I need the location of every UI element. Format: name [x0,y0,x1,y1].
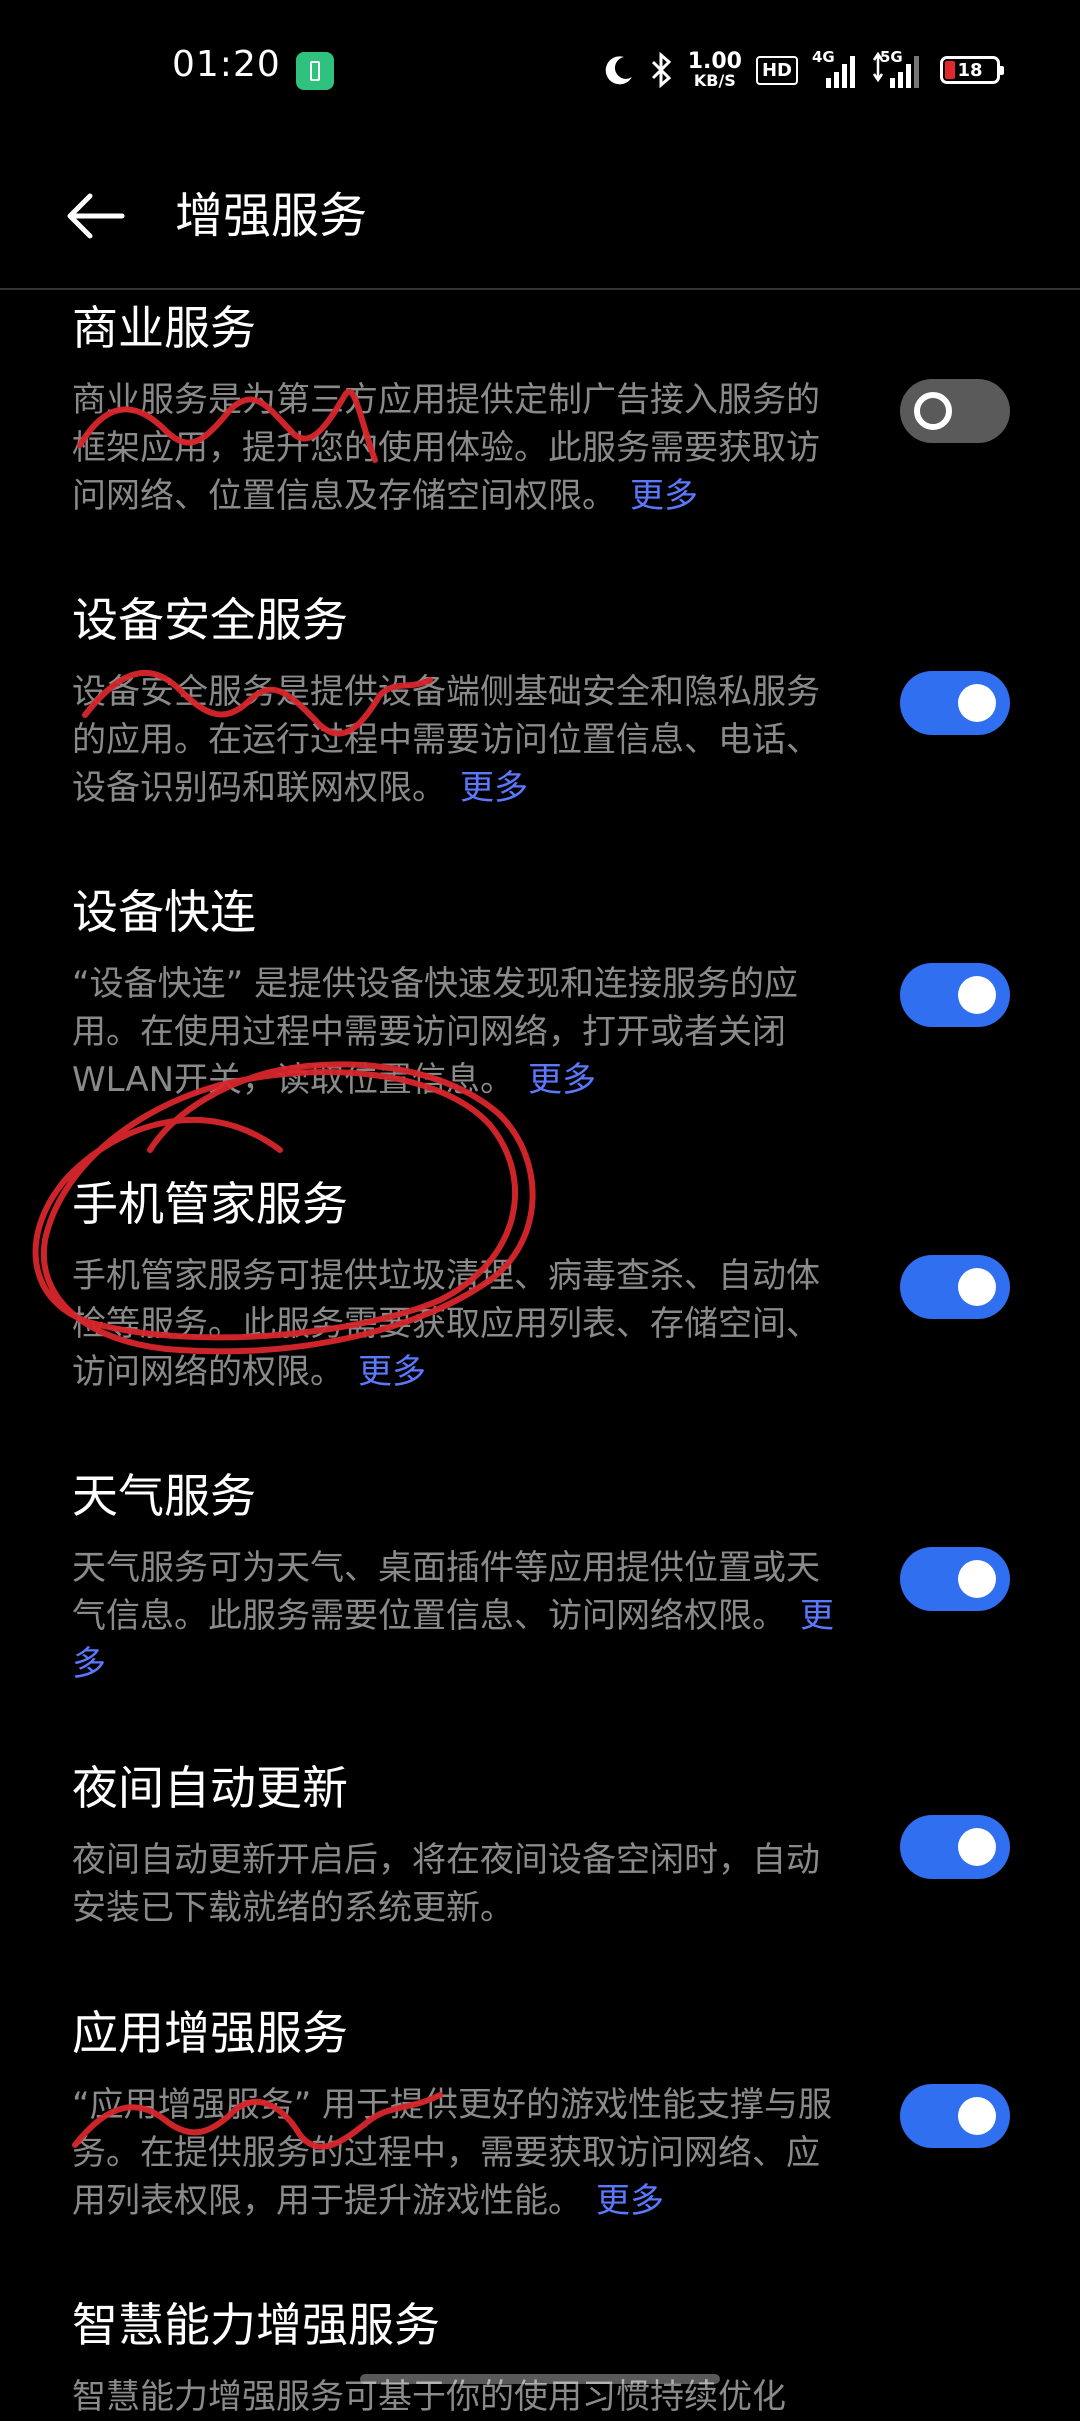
toggle-knob [958,976,996,1014]
more-link[interactable]: 更多 [596,2181,664,2221]
toggle-knob [914,392,952,430]
setting-title: 设备安全服务 [72,593,348,647]
setting-description: 商业服务是为第三方应用提供定制广告接入服务的框架应用，提升您的使用体验。此服务需… [72,376,842,520]
toggle-knob [958,1828,996,1866]
setting-description: 手机管家服务可提供垃圾清理、病毒查杀、自动体检等服务。此服务需要获取应用列表、存… [72,1252,842,1396]
battery-icon: 18 [940,56,1004,84]
setting-title: 夜间自动更新 [72,1761,348,1815]
setting-description-text: “设备快连” 是提供设备快速发现和连接服务的应用。在使用过程中需要访问网络，打开… [72,964,799,1100]
app-bar: 增强服务 [0,140,1080,290]
setting-description-text: 夜间自动更新开启后，将在夜间设备空闲时，自动安装已下载就绪的系统更新。 [72,1840,820,1928]
status-time: 01:20 [172,44,281,85]
setting-description: 天气服务可为天气、桌面插件等应用提供位置或天气信息。此服务需要位置信息、访问网络… [72,1544,842,1688]
setting-description-text: 手机管家服务可提供垃圾清理、病毒查杀、自动体检等服务。此服务需要获取应用列表、存… [72,1256,820,1392]
moon-icon [605,56,632,85]
bluetooth-icon [651,52,671,88]
network-speed-value: 1.00 [687,49,742,74]
setting-description-text: 商业服务是为第三方应用提供定制广告接入服务的框架应用，提升您的使用体验。此服务需… [72,380,820,516]
toggle-knob [958,2097,996,2135]
toggle-switch[interactable] [900,963,1010,1027]
setting-title: 设备快连 [72,885,256,939]
signal-icon [872,51,919,88]
sim2-signal: 5G [872,50,926,90]
setting-description-text: “应用增强服务” 用于提供更好的游戏性能支撑与服务。在提供服务的过程中，需要获取… [72,2085,833,2221]
setting-description-text: 天气服务可为天气、桌面插件等应用提供位置或天气信息。此服务需要位置信息、访问网络… [72,1548,820,1636]
battery-saver-icon [296,52,334,90]
toggle-switch[interactable] [900,671,1010,735]
signal-icon [826,56,855,88]
battery-level: 18 [957,59,983,81]
more-link[interactable]: 更多 [358,1352,426,1392]
hd-icon: HD [755,55,798,85]
network-speed: 1.00 KB/S [688,51,742,89]
gesture-bar [360,2374,720,2384]
setting-title: 应用增强服务 [72,2006,348,2060]
toggle-switch[interactable] [900,379,1010,443]
toggle-switch[interactable] [900,2084,1010,2148]
setting-description: “应用增强服务” 用于提供更好的游戏性能支撑与服务。在提供服务的过程中，需要获取… [72,2081,842,2225]
page-title: 增强服务 [175,188,368,244]
sim1-signal: 4G [812,50,858,90]
setting-title: 天气服务 [72,1469,256,1523]
toggle-switch[interactable] [900,1255,1010,1319]
status-bar: 01:20 1.00 KB/S HD 4G 5G 18 [0,0,1080,140]
setting-title: 智慧能力增强服务 [72,2298,440,2352]
more-link[interactable]: 更多 [528,1060,596,1100]
toggle-knob [958,1268,996,1306]
arrow-left-icon[interactable] [64,188,128,244]
toggle-switch[interactable] [900,1815,1010,1879]
setting-description: 夜间自动更新开启后，将在夜间设备空闲时，自动安装已下载就绪的系统更新。 [72,1836,842,1932]
status-icons: 1.00 KB/S HD 4G 5G 18 [602,46,1004,94]
more-link[interactable]: 更多 [630,476,698,516]
setting-description: 设备安全服务是提供设备端侧基础安全和隐私服务的应用。在运行过程中需要访问位置信息… [72,668,842,812]
network-speed-unit: KB/S [693,71,736,90]
setting-title: 商业服务 [72,301,256,355]
toggle-knob [958,684,996,722]
toggle-knob [958,1560,996,1598]
setting-description-text: 设备安全服务是提供设备端侧基础安全和隐私服务的应用。在运行过程中需要访问位置信息… [72,672,820,808]
more-link[interactable]: 更多 [460,768,528,808]
setting-description: “设备快连” 是提供设备快速发现和连接服务的应用。在使用过程中需要访问网络，打开… [72,960,842,1104]
setting-title: 手机管家服务 [72,1177,348,1231]
toggle-switch[interactable] [900,1547,1010,1611]
